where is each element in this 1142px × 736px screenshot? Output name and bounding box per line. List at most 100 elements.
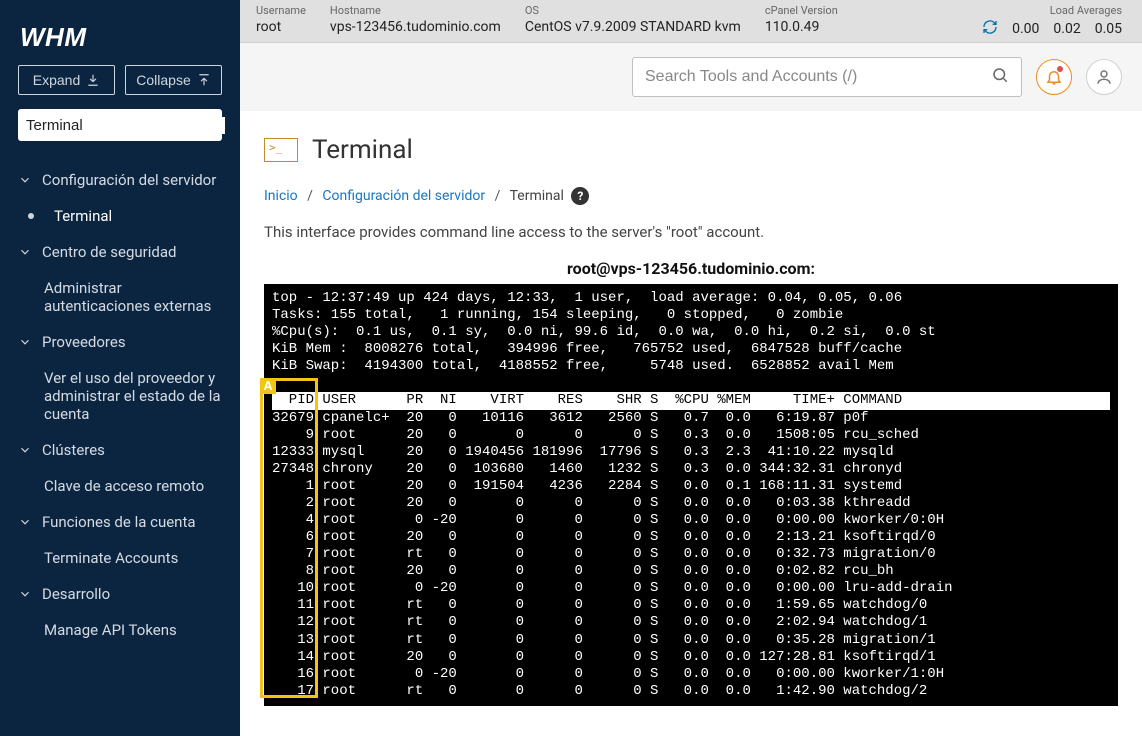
terminal-process-row: 16 root 0 -20 0 0 0 S 0.0 0.0 0:00.00 kw…	[272, 666, 1110, 683]
sidebar-item-label: Manage API Tokens	[44, 621, 177, 639]
load-values: 0.00 0.02 0.05	[982, 19, 1122, 38]
upload-icon	[197, 73, 211, 87]
sidebar-item-remote-key[interactable]: Clave de acceso remoto	[0, 469, 240, 503]
terminal[interactable]: top - 12:37:49 up 424 days, 12:33, 1 use…	[264, 284, 1118, 706]
terminal-line	[272, 375, 1110, 392]
nav-group-label: Clústeres	[42, 441, 105, 459]
global-search[interactable]	[632, 57, 1022, 97]
terminal-line: top - 12:37:49 up 424 days, 12:33, 1 use…	[272, 290, 1110, 307]
terminal-line: %Cpu(s): 0.1 us, 0.1 sy, 0.0 ni, 99.6 id…	[272, 324, 1110, 341]
terminal-line: Tasks: 155 total, 1 running, 154 sleepin…	[272, 307, 1110, 324]
breadcrumb-mid[interactable]: Configuración del servidor	[322, 188, 485, 204]
load-1: 0.00	[1012, 21, 1039, 37]
topbar-load: Load Averages 0.00 0.02 0.05	[982, 4, 1122, 38]
nav-group-header[interactable]: Configuración del servidor	[0, 161, 240, 199]
main: Username root Hostname vps-123456.tudomi…	[240, 0, 1142, 736]
terminal-process-row: 12 root rt 0 0 0 0 S 0.0 0.0 2:02.94 wat…	[272, 614, 1110, 631]
nav-group-clusters: Clústeres Clave de acceso remoto	[0, 431, 240, 503]
terminal-process-row: 14 root 20 0 0 0 0 S 0.0 0.0 127:28.81 k…	[272, 649, 1110, 666]
global-search-input[interactable]	[645, 68, 991, 86]
nav-group-label: Proveedores	[42, 333, 126, 351]
nav-group-label: Centro de seguridad	[42, 243, 176, 261]
nav-group-label: Configuración del servidor	[42, 171, 216, 189]
page-title: Terminal	[312, 135, 413, 165]
notifications-button[interactable]	[1036, 59, 1072, 95]
chevron-down-icon	[18, 443, 32, 457]
nav-group-header[interactable]: Proveedores	[0, 323, 240, 361]
sidebar-item-api-tokens[interactable]: Manage API Tokens	[0, 613, 240, 647]
chevron-down-icon	[18, 335, 32, 349]
topbar: Username root Hostname vps-123456.tudomi…	[240, 0, 1142, 43]
terminal-header-row: PID USER PR NI VIRT RES SHR S %CPU %MEM …	[272, 392, 1110, 409]
expand-label: Expand	[33, 72, 80, 88]
sidebar-item-terminate[interactable]: Terminate Accounts	[0, 541, 240, 575]
logo: WHM	[0, 0, 240, 65]
nav: Configuración del servidor Terminal Cent…	[0, 155, 240, 736]
sidebar-item-label: Terminate Accounts	[44, 549, 178, 567]
download-icon	[86, 73, 100, 87]
nav-group-development: Desarrollo Manage API Tokens	[0, 575, 240, 647]
username-value: root	[256, 19, 306, 35]
terminal-process-row: 12333 mysql 20 0 1940456 181996 17796 S …	[272, 444, 1110, 461]
terminal-icon	[264, 138, 298, 162]
hostname-label: Hostname	[330, 4, 501, 17]
nav-group-security: Centro de seguridad Administrar autentic…	[0, 233, 240, 323]
sidebar-search-input[interactable]	[26, 117, 225, 134]
terminal-process-row: 6 root 20 0 0 0 0 S 0.0 0.0 2:13.21 ksof…	[272, 529, 1110, 546]
page-description: This interface provides command line acc…	[264, 217, 1118, 259]
sidebar-item-provider-usage[interactable]: Ver el uso del proveedor y administrar e…	[0, 361, 240, 431]
terminal-process-row: 2 root 20 0 0 0 0 S 0.0 0.0 0:03.38 kthr…	[272, 495, 1110, 512]
nav-group-header[interactable]: Desarrollo	[0, 575, 240, 613]
terminal-process-row: 17 root rt 0 0 0 0 S 0.0 0.0 1:42.90 wat…	[272, 683, 1110, 700]
breadcrumb-sep: /	[495, 188, 501, 204]
chevron-down-icon	[18, 173, 32, 187]
nav-group-header[interactable]: Clústeres	[0, 431, 240, 469]
terminal-line: KiB Swap: 4194300 total, 4188552 free, 5…	[272, 358, 1110, 375]
chevron-down-icon	[18, 245, 32, 259]
search-icon[interactable]	[991, 66, 1009, 88]
terminal-process-row: 11 root rt 0 0 0 0 S 0.0 0.0 1:59.65 wat…	[272, 597, 1110, 614]
breadcrumb-leaf: Terminal	[510, 188, 564, 204]
terminal-process-row: 9 root 20 0 0 0 0 S 0.3 0.0 1508:05 rcu_…	[272, 427, 1110, 444]
terminal-process-row: 1 root 20 0 191504 4236 2284 S 0.0 0.1 1…	[272, 478, 1110, 495]
topbar-os: OS CentOS v7.9.2009 STANDARD kvm	[525, 4, 741, 35]
sidebar-item-terminal[interactable]: Terminal	[0, 199, 240, 233]
chevron-down-icon	[18, 587, 32, 601]
cpanel-label: cPanel Version	[765, 4, 838, 17]
help-icon[interactable]: ?	[571, 187, 589, 205]
terminal-process-row: 4 root 0 -20 0 0 0 S 0.0 0.0 0:00.00 kwo…	[272, 512, 1110, 529]
expand-button[interactable]: Expand	[18, 65, 115, 95]
os-label: OS	[525, 4, 741, 17]
topbar-username: Username root	[256, 4, 306, 35]
nav-group-header[interactable]: Centro de seguridad	[0, 233, 240, 271]
topbar-hostname: Hostname vps-123456.tudominio.com	[330, 4, 501, 35]
highlight-label: A	[260, 378, 276, 394]
load-2: 0.02	[1053, 21, 1080, 37]
collapse-button[interactable]: Collapse	[125, 65, 222, 95]
breadcrumb-home[interactable]: Inicio	[264, 188, 298, 204]
hostname-value: vps-123456.tudominio.com	[330, 19, 501, 35]
nav-group-header[interactable]: Funciones de la cuenta	[0, 503, 240, 541]
terminal-process-row: 7 root rt 0 0 0 0 S 0.0 0.0 0:32.73 migr…	[272, 546, 1110, 563]
terminal-wrap: A top - 12:37:49 up 424 days, 12:33, 1 u…	[264, 284, 1118, 706]
searchbar-row	[240, 43, 1142, 111]
sidebar-item-auth[interactable]: Administrar autenticaciones externas	[0, 271, 240, 323]
nav-group-server-config: Configuración del servidor Terminal	[0, 161, 240, 233]
os-value: CentOS v7.9.2009 STANDARD kvm	[525, 19, 741, 35]
sidebar-search[interactable]	[18, 109, 222, 141]
breadcrumb: Inicio / Configuración del servidor / Te…	[264, 181, 1118, 217]
logo-text: WHM	[20, 22, 86, 52]
sidebar: WHM Expand Collapse	[0, 0, 240, 736]
app-root: WHM Expand Collapse	[0, 0, 1142, 736]
reload-icon[interactable]	[982, 19, 998, 38]
load-label: Load Averages	[982, 4, 1122, 17]
sidebar-item-label: Terminal	[54, 207, 112, 225]
clear-search-icon[interactable]	[225, 115, 241, 135]
terminal-process-row: 8 root 20 0 0 0 0 S 0.0 0.0 0:02.82 rcu_…	[272, 563, 1110, 580]
cpanel-value: 110.0.49	[765, 19, 838, 35]
terminal-process-row: 10 root 0 -20 0 0 0 S 0.0 0.0 0:00.00 lr…	[272, 580, 1110, 597]
terminal-process-row: 13 root rt 0 0 0 0 S 0.0 0.0 0:35.28 mig…	[272, 632, 1110, 649]
nav-group-account-functions: Funciones de la cuenta Terminate Account…	[0, 503, 240, 575]
terminal-process-row: 27348 chrony 20 0 103680 1460 1232 S 0.3…	[272, 461, 1110, 478]
user-menu-button[interactable]	[1086, 59, 1122, 95]
